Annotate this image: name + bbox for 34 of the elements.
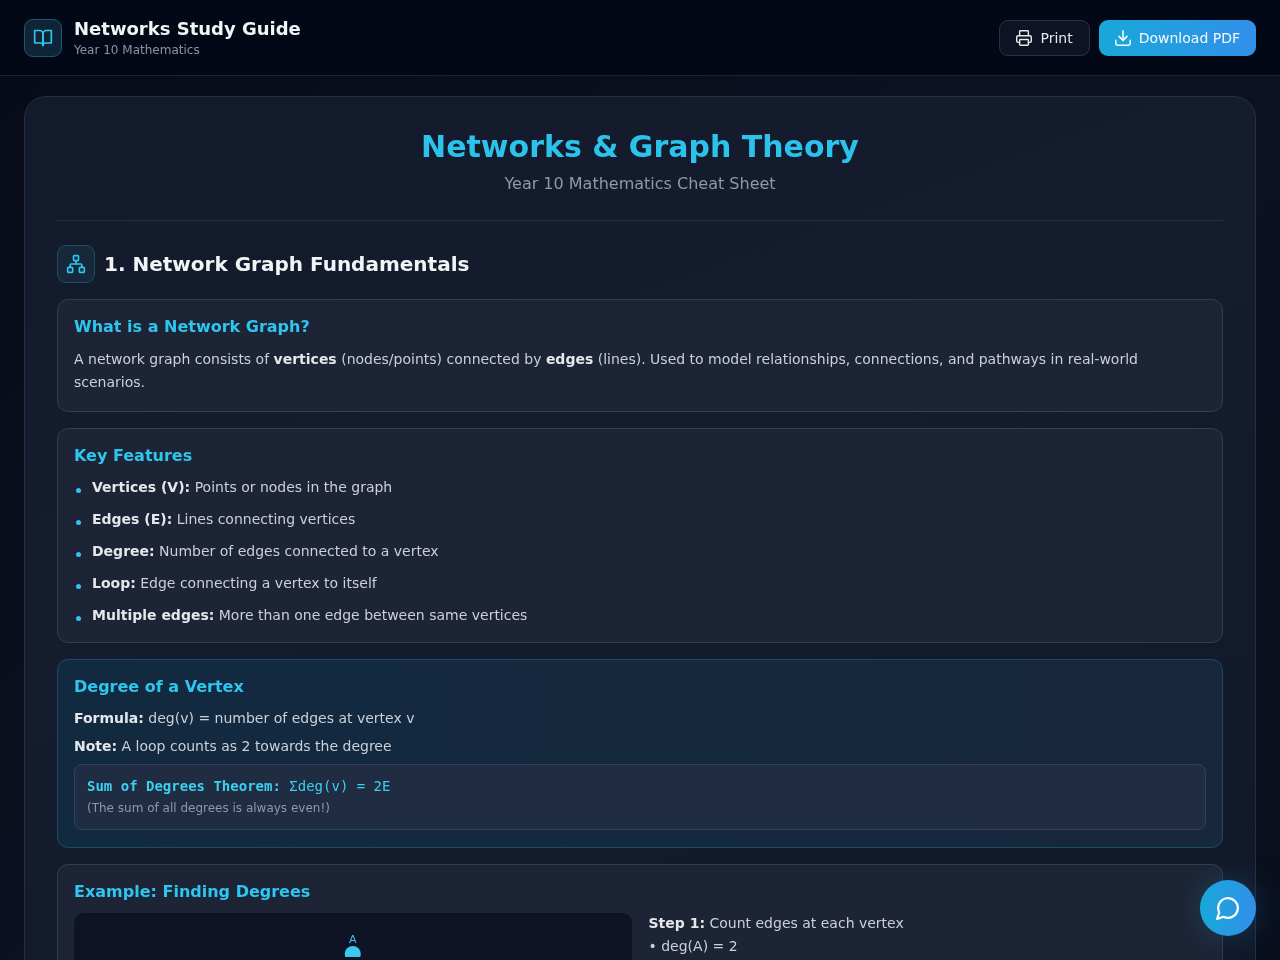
sheet-subtitle: Year 10 Mathematics Cheat Sheet: [503, 173, 777, 195]
card-paragraph: A network graph consists of vertices (nodes/points) connected by edges (lines). Used to model relationships, connections, and pathways in real-world scenarios.: [74, 350, 1139, 392]
book-icon: [24, 18, 62, 57]
sheet-title: Networks & Graph Theory: [420, 129, 860, 165]
bullet-dot-icon: [76, 487, 81, 493]
formula-line: Formula: deg(v) = number of edges at vertex v: [74, 709, 416, 728]
download-icon: [1114, 29, 1131, 46]
graph-node: [344, 946, 361, 957]
bullet-dot-icon: [76, 583, 81, 589]
section-heading: 1. Network Graph Fundamentals: [104, 251, 470, 277]
chat-bubble-icon: [1216, 896, 1240, 920]
step-result: • deg(A) = 2: [648, 937, 739, 956]
bullet-dot-icon: [76, 551, 81, 557]
card-heading: What is a Network Graph?: [74, 316, 311, 338]
bullet-dot-icon: [76, 615, 81, 621]
theorem-formula: Sum of Degrees Theorem: Σdeg(v) = 2E: [87, 777, 392, 796]
network-icon: [57, 245, 95, 283]
step-text: Step 1: Count edges at each vertex: [648, 914, 905, 933]
feature-text: Edges (E): Lines connecting vertices: [92, 510, 356, 529]
card-heading: Degree of a Vertex: [74, 676, 245, 698]
bullet-dot-icon: [76, 519, 81, 525]
node-label: A: [349, 933, 357, 946]
printer-icon: [1016, 29, 1033, 46]
app-subtitle: Year 10 Mathematics: [74, 41, 201, 58]
formula-line: Note: A loop counts as 2 towards the degree: [74, 737, 393, 756]
card-heading: Key Features: [74, 445, 194, 467]
feature-text: Loop: Edge connecting a vertex to itself: [92, 574, 377, 593]
feature-text: Degree: Number of edges connected to a vertex: [92, 542, 439, 561]
card-heading: Example: Finding Degrees: [74, 881, 312, 903]
print-button[interactable]: Print: [999, 19, 1090, 56]
app-title: Networks Study Guide: [74, 17, 301, 40]
theorem-note: (The sum of all degrees is always even!): [87, 800, 331, 817]
feature-text: Vertices (V): Points or nodes in the graph: [92, 478, 393, 497]
feature-text: Multiple edges: More than one edge between same vertices: [92, 606, 528, 625]
